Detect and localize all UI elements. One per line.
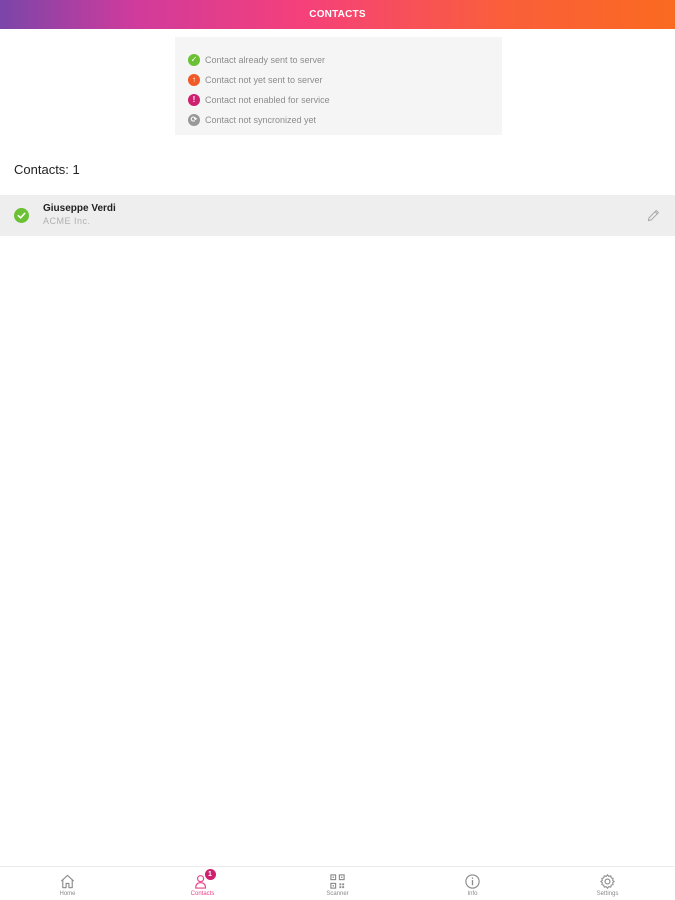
nav-item-contacts[interactable]: 1 Contacts xyxy=(135,867,270,900)
nav-label: Home xyxy=(59,891,76,897)
nav-item-scanner[interactable]: Scanner xyxy=(270,867,405,900)
page-title: CONTACTS xyxy=(309,9,366,20)
contacts-count-value: 1 xyxy=(72,162,80,177)
legend-item-not-sent: ↑ Contact not yet sent to server xyxy=(188,70,502,90)
alert-circle-icon: ! xyxy=(188,94,200,106)
nav-label: Info xyxy=(467,891,478,897)
legend-item-not-synced: ⟳ Contact not syncronized yet xyxy=(188,110,502,130)
sync-circle-icon: ⟳ xyxy=(188,114,200,126)
contact-list-item[interactable] xyxy=(0,195,675,236)
app: CONTACTS ✓ Contact already sent to serve… xyxy=(0,0,675,900)
nav-item-home[interactable]: Home xyxy=(0,867,135,900)
legend-label: Contact not enabled for service xyxy=(205,95,330,105)
home-icon xyxy=(59,872,77,890)
nav-label: Settings xyxy=(596,891,619,897)
nav-item-info[interactable]: Info xyxy=(405,867,540,900)
contact-company: ACME Inc. xyxy=(43,216,91,226)
upload-circle-icon: ↑ xyxy=(188,74,200,86)
nav-label: Scanner xyxy=(326,891,349,897)
contacts-count: Contacts: 1 xyxy=(14,162,80,177)
legend-label: Contact not syncronized yet xyxy=(205,115,317,125)
legend-item-not-enabled: ! Contact not enabled for service xyxy=(188,90,502,110)
contacts-count-label: Contacts: xyxy=(14,162,69,177)
header-bar: CONTACTS xyxy=(0,0,675,29)
nav-item-settings[interactable]: Settings xyxy=(540,867,675,900)
bottom-nav: Home 1 Contacts Scanner Info Settings xyxy=(0,866,675,900)
legend-item-sent: ✓ Contact already sent to server xyxy=(188,50,502,70)
contacts-icon: 1 xyxy=(194,869,216,890)
pencil-icon[interactable] xyxy=(645,207,661,223)
info-icon xyxy=(464,872,482,890)
notification-badge: 1 xyxy=(204,869,216,880)
status-legend: ✓ Contact already sent to server ↑ Conta… xyxy=(175,37,502,135)
gear-icon xyxy=(599,872,617,890)
nav-label: Contacts xyxy=(190,891,215,897)
check-circle-icon: ✓ xyxy=(188,54,200,66)
legend-label: Contact already sent to server xyxy=(205,55,326,65)
check-circle-icon xyxy=(14,208,29,223)
qr-scanner-icon xyxy=(329,872,347,890)
contact-name: Giuseppe Verdi xyxy=(43,203,116,214)
legend-label: Contact not yet sent to server xyxy=(205,75,323,85)
